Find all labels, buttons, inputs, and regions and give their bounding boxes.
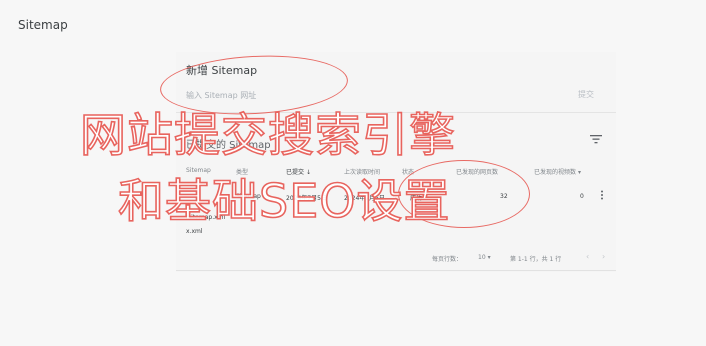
chevron-left-icon[interactable]: ‹ — [586, 252, 589, 261]
sitemap-path-extra[interactable]: x.xml — [186, 228, 203, 235]
filter-icon[interactable] — [590, 134, 602, 144]
page-title: Sitemap — [18, 18, 68, 32]
overlay-title-line-2: 和基础SEO设置 — [117, 174, 451, 228]
more-vert-icon[interactable] — [599, 190, 605, 200]
column-header-discovered-videos-label: 已发现的视频数 — [534, 169, 577, 176]
rows-per-page-label: 每页行数： — [432, 256, 463, 263]
divider — [176, 270, 616, 271]
column-header-sitemap[interactable]: Sitemap — [186, 167, 211, 174]
column-header-discovered-videos[interactable]: 已发现的视频数 ▾ — [534, 167, 581, 176]
rows-per-page-value: 10 — [478, 254, 486, 261]
caret-down-icon: ▾ — [487, 254, 491, 261]
submit-button[interactable]: 提交 — [578, 89, 594, 100]
caret-down-icon: ▾ — [577, 169, 581, 176]
chevron-right-icon[interactable]: › — [602, 252, 605, 261]
rows-per-page-select[interactable]: 10 ▾ — [478, 254, 491, 261]
cell-discovered-videos: 0 — [580, 193, 584, 200]
pagination-range: 第 1-1 行，共 1 行 — [510, 256, 562, 263]
overlay-title-line-1: 网站提交搜索引擎 — [79, 108, 456, 162]
